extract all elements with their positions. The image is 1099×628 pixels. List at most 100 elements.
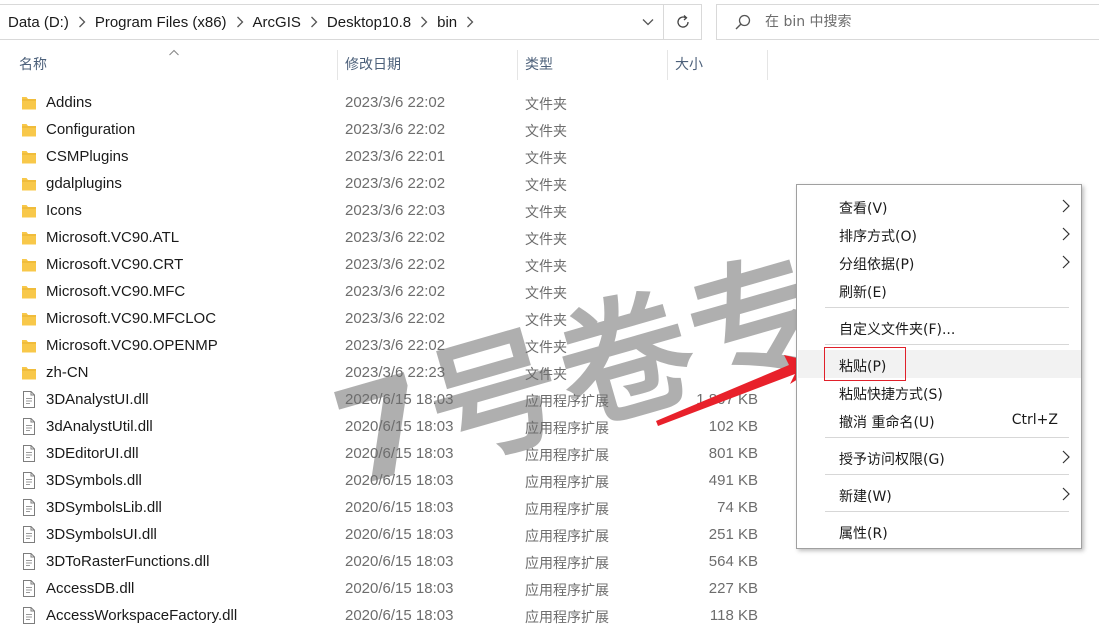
breadcrumb-item-arcgis[interactable]: ArcGIS xyxy=(253,14,301,31)
file-date: 2023/3/6 22:02 xyxy=(345,94,446,111)
file-row[interactable]: 3DAnalystUI.dll 2020/6/15 18:03 应用程序扩展 1,80… xyxy=(0,386,780,413)
dll-file-icon xyxy=(23,391,35,408)
folder-icon xyxy=(22,151,36,164)
file-row[interactable]: 3DEditorUI.dll 2020/6/15 18:03 应用程序扩展 801 K… xyxy=(0,440,780,467)
search-input[interactable] xyxy=(765,14,1065,30)
menu-item-undo-rename[interactable]: 撤消 重命名(U) Ctrl+Z xyxy=(798,406,1081,434)
file-name: Configuration xyxy=(46,121,136,138)
breadcrumb-item-drive[interactable]: Data (D:) xyxy=(0,14,69,31)
file-type: 文件夹 xyxy=(525,124,567,140)
breadcrumb-item-program-files[interactable]: Program Files (x86) xyxy=(95,14,227,31)
file-row[interactable]: 3DSymbolsLib.dll 2020/6/15 18:03 应用程序扩展 74 … xyxy=(0,494,780,521)
file-row[interactable]: Microsoft.VC90.MFCLOC 2023/3/6 22:02 文件夹 xyxy=(0,305,780,332)
file-date: 2020/6/15 18:03 xyxy=(345,607,454,624)
file-row[interactable]: Configuration 2023/3/6 22:02 文件夹 xyxy=(0,116,780,143)
file-type: 文件夹 xyxy=(525,178,567,194)
file-row[interactable]: Microsoft.VC90.OPENMP 2023/3/6 22:02 文件夹 xyxy=(0,332,780,359)
column-header-name[interactable]: 名称 xyxy=(19,48,47,82)
menu-item-label: 属性(R) xyxy=(839,526,888,542)
folder-icon xyxy=(22,313,36,326)
chevron-right-icon[interactable] xyxy=(227,16,253,28)
address-history-dropdown[interactable] xyxy=(633,5,663,39)
file-row[interactable]: gdalplugins 2023/3/6 22:02 文件夹 xyxy=(0,170,780,197)
menu-item-properties[interactable]: 属性(R) xyxy=(798,517,1081,545)
refresh-button[interactable] xyxy=(664,4,702,40)
menu-item-grant-access[interactable]: 授予访问权限(G) xyxy=(798,443,1081,471)
chevron-right-icon[interactable] xyxy=(457,16,483,28)
menu-item-label: 刷新(E) xyxy=(839,285,887,301)
dll-file-icon xyxy=(23,418,35,435)
file-type: 应用程序扩展 xyxy=(525,448,609,464)
file-row[interactable]: Addins 2023/3/6 22:02 文件夹 xyxy=(0,89,780,116)
chevron-down-icon xyxy=(642,19,654,26)
file-name: Microsoft.VC90.OPENMP xyxy=(46,337,218,354)
menu-item-group[interactable]: 分组依据(P) xyxy=(798,248,1081,276)
file-date: 2020/6/15 18:03 xyxy=(345,499,454,516)
file-type: 文件夹 xyxy=(525,259,567,275)
file-row[interactable]: CSMPlugins 2023/3/6 22:01 文件夹 xyxy=(0,143,780,170)
file-date: 2023/3/6 22:02 xyxy=(345,175,446,192)
breadcrumb-item-desktop[interactable]: Desktop10.8 xyxy=(327,14,411,31)
folder-icon xyxy=(22,205,36,218)
menu-item-label: 自定义文件夹(F)... xyxy=(839,322,956,338)
file-date: 2020/6/15 18:03 xyxy=(345,391,454,408)
file-row[interactable]: Icons 2023/3/6 22:03 文件夹 xyxy=(0,197,780,224)
menu-item-view[interactable]: 查看(V) xyxy=(798,192,1081,220)
menu-separator xyxy=(825,344,1069,345)
file-row[interactable]: 3DSymbolsUI.dll 2020/6/15 18:03 应用程序扩展 251 … xyxy=(0,521,780,548)
menu-item-customize-folder[interactable]: 自定义文件夹(F)... xyxy=(798,313,1081,341)
file-name: AccessWorkspaceFactory.dll xyxy=(46,607,238,624)
column-divider[interactable] xyxy=(667,50,668,80)
menu-item-shortcut: Ctrl+Z xyxy=(1011,412,1058,428)
column-header-type[interactable]: 类型 xyxy=(525,48,553,82)
file-name: Microsoft.VC90.MFCLOC xyxy=(46,310,217,327)
file-date: 2023/3/6 22:02 xyxy=(345,229,446,246)
file-date: 2023/3/6 22:02 xyxy=(345,121,446,138)
menu-item-new[interactable]: 新建(W) xyxy=(798,480,1081,508)
file-type: 文件夹 xyxy=(525,367,567,383)
file-size: 251 KB xyxy=(708,526,758,543)
column-divider[interactable] xyxy=(767,50,768,80)
chevron-right-icon[interactable] xyxy=(301,16,327,28)
file-name: Addins xyxy=(46,94,92,111)
column-divider[interactable] xyxy=(337,50,338,80)
file-date: 2020/6/15 18:03 xyxy=(345,553,454,570)
file-row[interactable]: 3DSymbols.dll 2020/6/15 18:03 应用程序扩展 491 KB xyxy=(0,467,780,494)
chevron-right-icon[interactable] xyxy=(411,16,437,28)
chevron-right-icon[interactable] xyxy=(69,16,95,28)
file-row[interactable]: 3DToRasterFunctions.dll 2020/6/15 18:03 应用… xyxy=(0,548,780,575)
file-name: 3DSymbolsLib.dll xyxy=(46,499,162,516)
sort-ascending-icon xyxy=(169,49,179,56)
menu-item-refresh[interactable]: 刷新(E) xyxy=(798,276,1081,304)
file-name: AccessDB.dll xyxy=(46,580,135,597)
column-header-date[interactable]: 修改日期 xyxy=(345,48,401,82)
column-divider[interactable] xyxy=(517,50,518,80)
file-row[interactable]: Microsoft.VC90.CRT 2023/3/6 22:02 文件夹 xyxy=(0,251,780,278)
file-date: 2023/3/6 22:02 xyxy=(345,310,446,327)
folder-icon xyxy=(22,232,36,245)
search-icon xyxy=(735,14,751,30)
folder-icon xyxy=(22,340,36,353)
file-date: 2023/3/6 22:02 xyxy=(345,337,446,354)
file-type: 应用程序扩展 xyxy=(525,502,609,518)
menu-item-sort[interactable]: 排序方式(O) xyxy=(798,220,1081,248)
breadcrumb-item-bin[interactable]: bin xyxy=(437,14,457,31)
menu-item-paste-shortcut[interactable]: 粘贴快捷方式(S) xyxy=(798,378,1081,406)
file-row[interactable]: Microsoft.VC90.MFC 2023/3/6 22:02 文件夹 xyxy=(0,278,780,305)
search-box[interactable] xyxy=(716,4,1099,40)
file-date: 2023/3/6 22:02 xyxy=(345,283,446,300)
file-row[interactable]: 3dAnalystUtil.dll 2020/6/15 18:03 应用程序扩展 10… xyxy=(0,413,780,440)
file-row[interactable]: Microsoft.VC90.ATL 2023/3/6 22:02 文件夹 xyxy=(0,224,780,251)
file-row[interactable]: AccessWorkspaceFactory.dll 2020/6/15 18:0… xyxy=(0,602,780,628)
file-row[interactable]: AccessDB.dll 2020/6/15 18:03 应用程序扩展 227 KB xyxy=(0,575,780,602)
column-header-size[interactable]: 大小 xyxy=(675,48,703,82)
breadcrumb: Data (D:) Program Files (x86) ArcGIS Des… xyxy=(0,14,483,31)
file-name: 3DAnalystUI.dll xyxy=(46,391,149,408)
menu-separator xyxy=(825,307,1069,308)
file-row[interactable]: zh-CN 2023/3/6 22:23 文件夹 xyxy=(0,359,780,386)
file-type: 文件夹 xyxy=(525,205,567,221)
menu-item-label: 分组依据(P) xyxy=(839,257,915,273)
address-bar[interactable]: Data (D:) Program Files (x86) ArcGIS Des… xyxy=(0,4,664,40)
chevron-right-icon xyxy=(1062,255,1070,269)
folder-icon xyxy=(22,97,36,110)
